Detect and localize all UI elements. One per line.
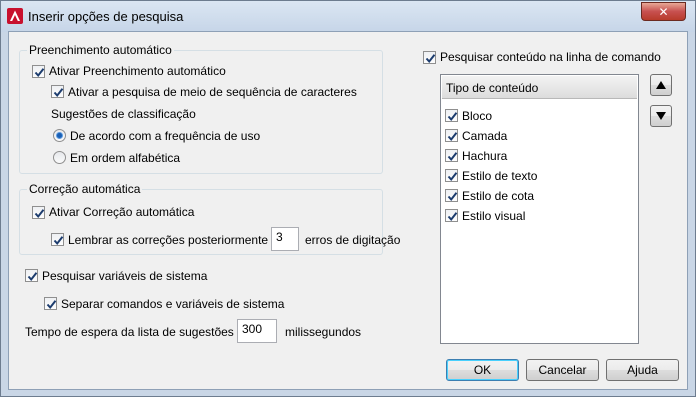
remember-corrections-input[interactable]: 3 [271,227,299,251]
content-item-label: Estilo de texto [462,169,538,183]
content-item-label: Camada [462,129,508,143]
checkmark-icon [447,112,458,122]
checkmark-icon [27,272,38,282]
arrow-down-icon [656,112,666,120]
enable-autocorrect-checkbox[interactable] [32,206,45,219]
help-button[interactable]: Ajuda [606,359,679,381]
autocorrect-group-label: Correção automática [27,182,143,196]
sort-frequency-radio[interactable] [53,129,66,142]
content-item-checkbox[interactable] [445,189,458,202]
window-title: Inserir opções de pesquisa [28,9,184,24]
separate-commands-checkbox[interactable] [44,297,57,310]
content-item-label: Bloco [462,109,493,123]
checkmark-icon [34,209,45,219]
checkmark-icon [447,212,458,222]
sort-alphabetical-radio[interactable] [53,151,66,164]
dialog-window: Inserir opções de pesquisa ✕ Preenchimen… [0,0,696,397]
checkmark-icon [53,236,64,246]
sort-alphabetical-label[interactable]: Em ordem alfabética [70,151,180,165]
content-item-checkbox[interactable] [445,109,458,122]
typing-errors-label: erros de digitação [305,233,401,247]
content-type-list[interactable]: Tipo de conteúdo Bloco Camada Hachura Es… [440,74,639,344]
enable-autocomplete-checkbox[interactable] [32,65,45,78]
milliseconds-label: milissegundos [285,325,362,339]
close-button[interactable]: ✕ [641,2,686,21]
move-up-button[interactable] [650,74,672,96]
checkmark-icon [447,192,458,202]
content-type-header[interactable]: Tipo de conteúdo [442,76,637,99]
sort-frequency-label[interactable]: De acordo com a frequência de uso [70,129,260,143]
content-item-label: Estilo visual [462,209,526,223]
midstring-search-label[interactable]: Ativar a pesquisa de meio de sequência d… [68,85,357,99]
search-system-variables-label[interactable]: Pesquisar variáveis de sistema [42,269,207,283]
title-bar[interactable]: Inserir opções de pesquisa ✕ [1,1,695,32]
checkmark-icon [46,300,57,310]
checkmark-icon [447,172,458,182]
suggestion-delay-input[interactable]: 300 [237,319,277,343]
suggestion-delay-label: Tempo de espera da lista de sugestões [25,325,234,339]
checkmark-icon [447,132,458,142]
checkmark-icon [34,68,45,78]
separate-commands-label[interactable]: Separar comandos e variáveis de sistema [61,297,284,311]
dialog-body: Preenchimento automático Ativar Preenchi… [8,31,688,390]
remember-corrections-label[interactable]: Lembrar as correções posteriormente [68,233,268,247]
remember-corrections-checkbox[interactable] [51,233,64,246]
search-content-checkbox[interactable] [423,51,436,64]
enable-autocorrect-label[interactable]: Ativar Correção automática [49,205,194,219]
content-item-checkbox[interactable] [445,169,458,182]
checkmark-icon [53,88,64,98]
checkmark-icon [425,54,436,64]
sort-suggestions-label: Sugestões de classificação [51,107,196,121]
content-item-checkbox[interactable] [445,149,458,162]
arrow-up-icon [656,81,666,89]
search-system-variables-checkbox[interactable] [25,269,38,282]
content-item-label: Hachura [462,149,508,163]
cancel-button[interactable]: Cancelar [526,359,599,381]
move-down-button[interactable] [650,105,672,127]
ok-button[interactable]: OK [446,359,519,381]
close-icon: ✕ [658,4,669,19]
midstring-search-checkbox[interactable] [51,85,64,98]
content-item-label: Estilo de cota [462,189,535,203]
content-item-checkbox[interactable] [445,209,458,222]
search-content-label[interactable]: Pesquisar conteúdo na linha de comando [440,50,661,64]
checkmark-icon [447,152,458,162]
content-item-checkbox[interactable] [445,129,458,142]
autocomplete-group-label: Preenchimento automático [27,43,174,57]
autocad-icon [7,8,23,24]
enable-autocomplete-label[interactable]: Ativar Preenchimento automático [49,64,226,78]
